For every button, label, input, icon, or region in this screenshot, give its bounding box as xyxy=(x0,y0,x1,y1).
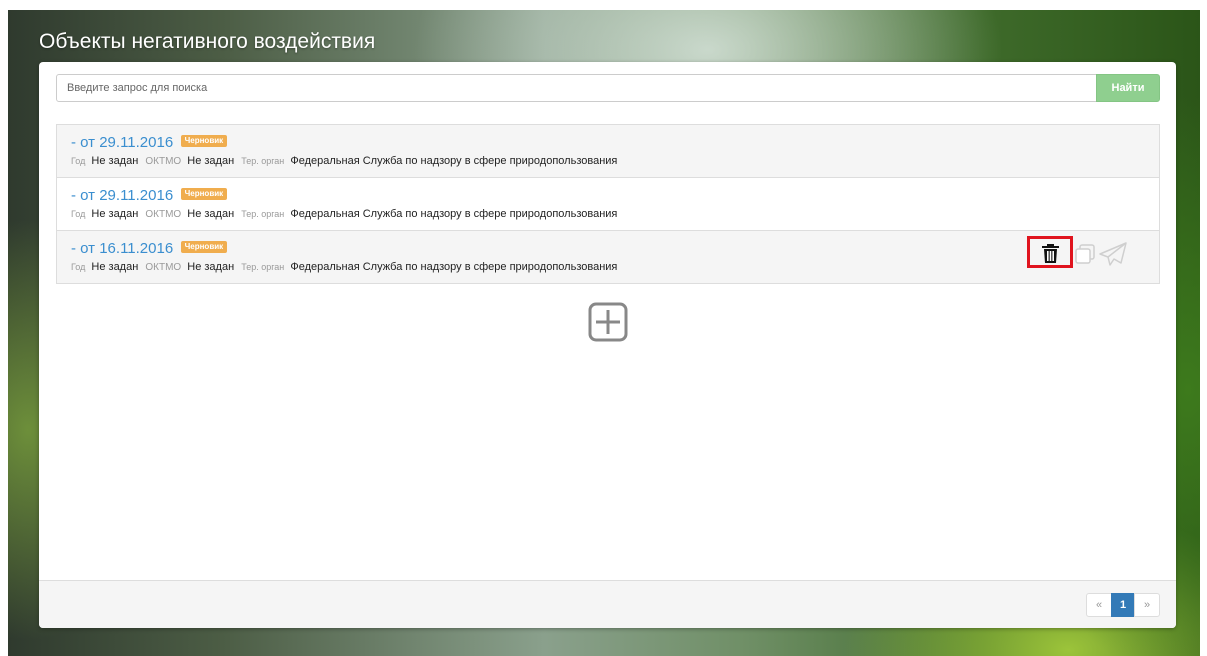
item-title-row: - от 29.11.2016 Черновик xyxy=(71,187,228,205)
year-label: Год xyxy=(71,209,86,219)
oktmo-value: Не задан xyxy=(187,208,235,220)
trash-icon xyxy=(1042,244,1059,263)
objects-list: - от 29.11.2016 Черновик Год Не задан ОК… xyxy=(56,124,1160,284)
main-panel: Найти - от 29.11.2016 Черновик Год Не за… xyxy=(39,62,1176,628)
list-item[interactable]: - от 16.11.2016 Черновик Год Не задан ОК… xyxy=(56,230,1160,284)
ter-organ-value: Федеральная Служба по надзору в сфере пр… xyxy=(290,208,618,220)
copy-button[interactable] xyxy=(1075,244,1095,269)
item-meta: Год Не задан ОКТМО Не задан Тер. орган Ф… xyxy=(71,155,621,167)
item-title-link[interactable]: - от 29.11.2016 xyxy=(71,187,173,204)
ter-organ-value: Федеральная Служба по надзору в сфере пр… xyxy=(290,261,618,273)
oktmo-value: Не задан xyxy=(187,155,235,167)
ter-organ-label: Тер. орган xyxy=(241,209,285,219)
copy-icon xyxy=(1075,244,1095,264)
item-title-row: - от 16.11.2016 Черновик xyxy=(71,240,228,258)
oktmo-label: ОКТМО xyxy=(145,262,182,273)
send-button[interactable] xyxy=(1099,242,1127,271)
status-badge: Черновик xyxy=(180,188,228,200)
status-badge: Черновик xyxy=(180,135,228,147)
pagination: « 1 » xyxy=(1086,593,1160,617)
page-title: Объекты негативного воздействия xyxy=(39,30,376,53)
item-title-row: - от 29.11.2016 Черновик xyxy=(71,134,228,152)
ter-organ-value: Федеральная Служба по надзору в сфере пр… xyxy=(290,155,618,167)
list-item[interactable]: - от 29.11.2016 Черновик Год Не задан ОК… xyxy=(56,124,1160,178)
delete-button[interactable] xyxy=(1027,236,1073,268)
plus-square-icon xyxy=(588,302,628,342)
add-button[interactable] xyxy=(588,302,628,342)
item-meta: Год Не задан ОКТМО Не задан Тер. орган Ф… xyxy=(71,261,621,273)
year-value: Не задан xyxy=(91,261,139,273)
search-button[interactable]: Найти xyxy=(1096,74,1160,102)
year-label: Год xyxy=(71,262,86,272)
item-title-link[interactable]: - от 29.11.2016 xyxy=(71,134,173,151)
year-value: Не задан xyxy=(91,155,139,167)
pagination-prev-button[interactable]: « xyxy=(1086,593,1112,617)
item-title-link[interactable]: - от 16.11.2016 xyxy=(71,240,173,257)
pagination-next-button[interactable]: » xyxy=(1134,593,1160,617)
year-value: Не задан xyxy=(91,208,139,220)
list-item[interactable]: - от 29.11.2016 Черновик Год Не задан ОК… xyxy=(56,177,1160,231)
panel-footer: « 1 » xyxy=(39,580,1176,628)
item-meta: Год Не задан ОКТМО Не задан Тер. орган Ф… xyxy=(71,208,621,220)
search-bar: Найти xyxy=(56,74,1160,102)
status-badge: Черновик xyxy=(180,241,228,253)
ter-organ-label: Тер. орган xyxy=(241,156,285,166)
year-label: Год xyxy=(71,156,86,166)
pagination-page-1[interactable]: 1 xyxy=(1111,593,1135,617)
paper-plane-icon xyxy=(1099,242,1127,266)
search-input[interactable] xyxy=(56,74,1116,102)
oktmo-label: ОКТМО xyxy=(145,209,182,220)
oktmo-label: ОКТМО xyxy=(145,156,182,167)
oktmo-value: Не задан xyxy=(187,261,235,273)
ter-organ-label: Тер. орган xyxy=(241,262,285,272)
